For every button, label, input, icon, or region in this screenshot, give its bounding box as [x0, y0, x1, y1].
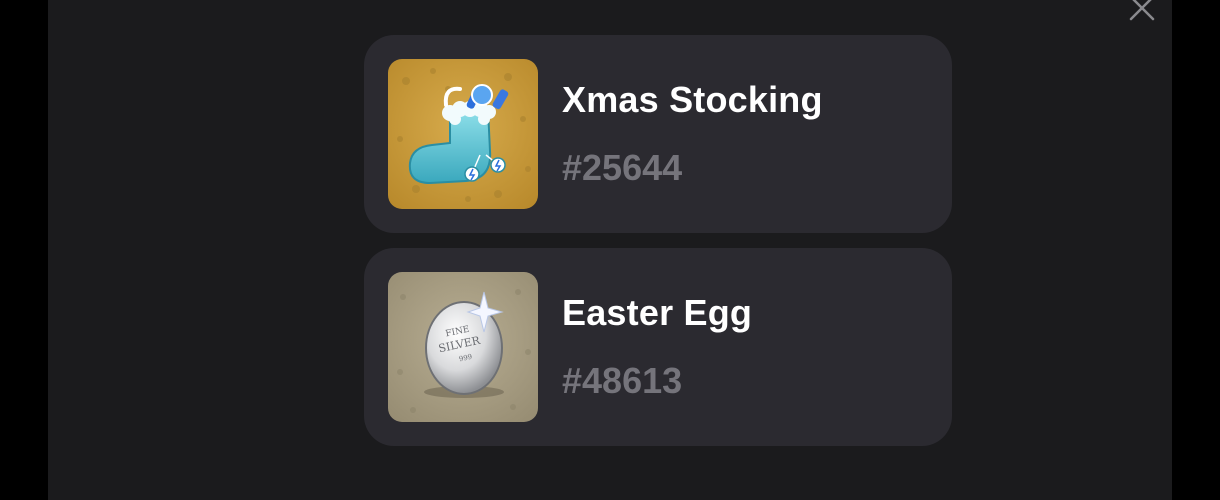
item-thumbnail: FINE SILVER 999	[388, 272, 538, 422]
close-icon	[1129, 0, 1155, 21]
item-number: #25644	[562, 147, 683, 188]
item-thumbnail	[388, 59, 538, 209]
item-name: Easter Egg	[562, 292, 753, 333]
silver-easter-egg-icon: FINE SILVER 999	[388, 272, 538, 422]
item-number: #48613	[562, 360, 683, 401]
close-button[interactable]	[1126, 0, 1158, 24]
item-name: Xmas Stocking	[562, 79, 823, 120]
item-card[interactable]: FINE SILVER 999 Easter Egg #48613	[364, 248, 952, 446]
xmas-stocking-icon	[388, 59, 538, 209]
modal-panel: Xmas Stocking #25644 FINE SILVER 999 Eas…	[48, 0, 1172, 500]
item-card[interactable]: Xmas Stocking #25644	[364, 35, 952, 233]
